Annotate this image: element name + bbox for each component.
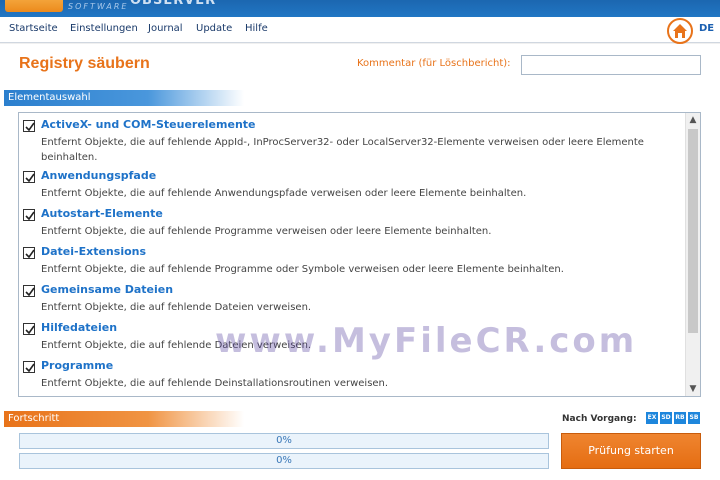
item-title: Datei-Extensions — [41, 245, 147, 258]
menu-einstellungen[interactable]: Einstellungen — [70, 23, 138, 34]
checkbox-gemeinsame-dateien[interactable] — [23, 285, 35, 297]
checkbox-autostart[interactable] — [23, 209, 35, 221]
logo-text: OBSERVER — [130, 0, 217, 8]
menu-update[interactable]: Update — [196, 23, 232, 34]
item-title: Hilfedateien — [41, 321, 118, 334]
section-fortschritt: Fortschritt — [4, 411, 244, 427]
scroll-thumb[interactable] — [688, 129, 698, 333]
list-scrollbar[interactable]: ▲ ▼ — [685, 113, 700, 396]
home-button[interactable] — [667, 18, 693, 44]
title-bar: OBSERVER SOFTWARE — [0, 0, 720, 17]
after-action-label: Nach Vorgang: — [562, 414, 637, 424]
item-desc: Entfernt Objekte, die auf fehlende AppId… — [41, 137, 644, 163]
start-scan-button[interactable]: Prüfung starten — [561, 433, 701, 469]
item-title: Gemeinsame Dateien — [41, 283, 174, 296]
checkbox-activex[interactable] — [23, 120, 35, 132]
item-title: Autostart-Elemente — [41, 207, 163, 220]
item-desc: Entfernt Objekte, die auf fehlende Anwen… — [41, 188, 527, 199]
menu-bar: Startseite Einstellungen Journal Update … — [0, 17, 720, 43]
progress-text: 0% — [276, 435, 292, 446]
after-action-sd[interactable]: SD — [660, 412, 672, 424]
progress-bar-2: 0% — [19, 453, 549, 469]
language-selector[interactable]: DE — [699, 23, 714, 34]
scroll-down-icon[interactable]: ▼ — [686, 382, 700, 396]
element-list: ActiveX- und COM-Steuerelemente Entfernt… — [18, 112, 701, 397]
item-desc: Entfernt Objekte, die auf fehlende Deins… — [41, 378, 389, 389]
checkbox-anwendungspfade[interactable] — [23, 171, 35, 183]
comment-input[interactable] — [521, 55, 701, 75]
menu-journal[interactable]: Journal — [148, 23, 183, 34]
menu-startseite[interactable]: Startseite — [9, 23, 58, 34]
section-elementauswahl: Elementauswahl — [4, 90, 244, 106]
page-title: Registry säubern — [19, 55, 150, 72]
main-content: Registry säubern Kommentar (für Löschber… — [0, 44, 720, 480]
checkbox-programme[interactable] — [23, 361, 35, 373]
checkbox-hilfedateien[interactable] — [23, 323, 35, 335]
after-action-rb[interactable]: RB — [674, 412, 686, 424]
item-desc: Entfernt Objekte, die auf fehlende Progr… — [41, 264, 564, 275]
after-action-ex[interactable]: EX — [646, 412, 658, 424]
item-title: Anwendungspfade — [41, 169, 157, 182]
app-logo — [5, 0, 63, 12]
after-action-sb[interactable]: SB — [688, 412, 700, 424]
item-title: Programme — [41, 359, 114, 372]
item-desc: Entfernt Objekte, die auf fehlende Progr… — [41, 226, 492, 237]
comment-label: Kommentar (für Löschbericht): — [357, 58, 511, 69]
progress-bar-1: 0% — [19, 433, 549, 449]
item-desc: Entfernt Objekte, die auf fehlende Datei… — [41, 302, 312, 313]
progress-text: 0% — [276, 455, 292, 466]
item-desc: Entfernt Objekte, die auf fehlende Datei… — [41, 340, 312, 351]
home-icon — [673, 24, 687, 38]
menu-hilfe[interactable]: Hilfe — [245, 23, 268, 34]
logo-subtitle: SOFTWARE — [68, 2, 129, 11]
checkbox-datei-extensions[interactable] — [23, 247, 35, 259]
scroll-up-icon[interactable]: ▲ — [686, 113, 700, 127]
item-title: ActiveX- und COM-Steuerelemente — [41, 118, 256, 131]
